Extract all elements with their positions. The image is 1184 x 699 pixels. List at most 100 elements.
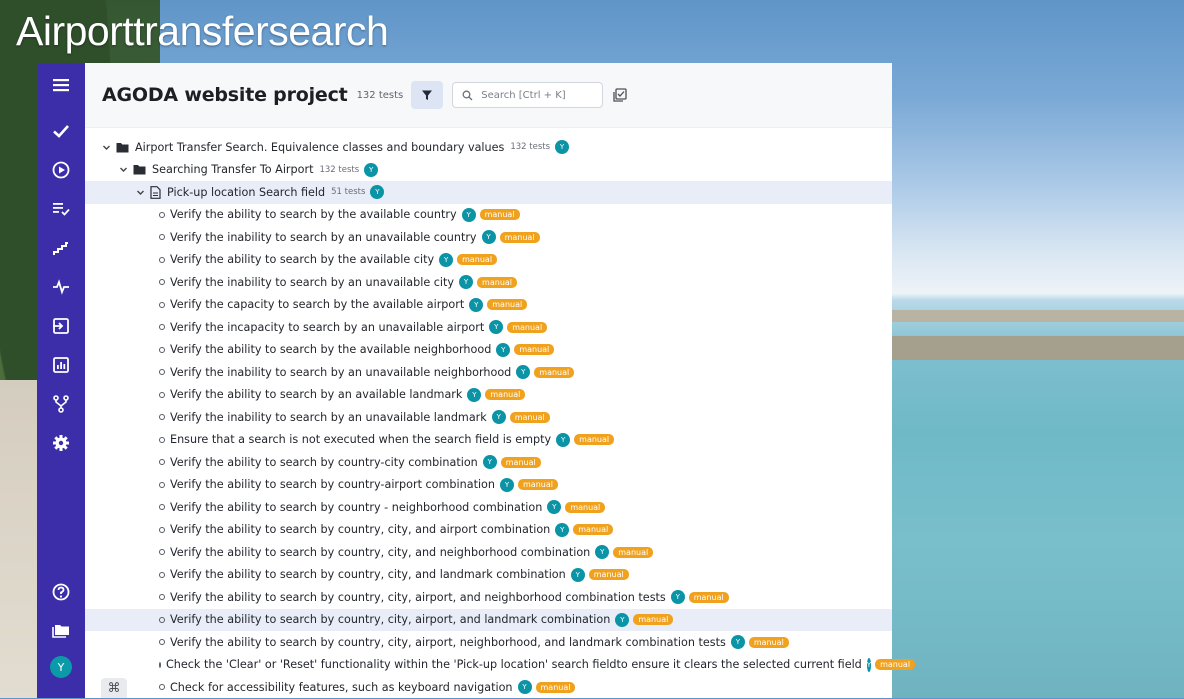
test-case-row[interactable]: Verify the ability to search by country-… bbox=[85, 451, 892, 474]
filter-icon bbox=[422, 90, 433, 100]
menu-icon[interactable] bbox=[41, 68, 81, 102]
chevron-down-icon[interactable] bbox=[118, 165, 128, 175]
document-icon bbox=[150, 185, 161, 199]
manual-tag: manual bbox=[509, 411, 550, 423]
test-case-row[interactable]: Verify the ability to search by the avai… bbox=[85, 204, 892, 227]
help-icon[interactable] bbox=[41, 575, 81, 609]
command-key-button[interactable]: ⌘ bbox=[101, 678, 127, 698]
manual-tag: manual bbox=[518, 479, 558, 491]
owner-badge: Y bbox=[730, 635, 745, 650]
owner-badge: Y bbox=[370, 185, 385, 200]
manual-tag: manual bbox=[688, 591, 729, 603]
test-case-row[interactable]: Check the 'Clear' or 'Reset' functionali… bbox=[85, 654, 916, 677]
search-input[interactable] bbox=[479, 88, 594, 102]
project-test-count: 132 tests bbox=[356, 89, 404, 101]
owner-badge: Y bbox=[500, 477, 514, 492]
test-case-row[interactable]: Verify the incapacity to search by an un… bbox=[85, 316, 892, 339]
checklist-icon[interactable] bbox=[41, 192, 81, 226]
suite-label: Pick-up location Search field bbox=[167, 185, 326, 199]
test-case-row[interactable]: Verify the ability to search by an avail… bbox=[85, 384, 892, 407]
owner-badge: Y bbox=[516, 365, 531, 380]
manual-tag: manual bbox=[479, 209, 520, 221]
owner-badge: Y bbox=[439, 252, 454, 267]
background-jetty bbox=[892, 300, 1184, 370]
user-avatar[interactable]: Y bbox=[50, 656, 72, 678]
test-case-row[interactable]: Verify the ability to search by country,… bbox=[85, 608, 892, 631]
test-case-label: Verify the capacity to search by the ava… bbox=[170, 298, 465, 312]
manual-tag: manual bbox=[633, 614, 674, 626]
manual-tag: manual bbox=[875, 659, 916, 671]
main-panel: AGODA website project 132 tests Airport … bbox=[85, 63, 916, 699]
gear-icon[interactable] bbox=[41, 426, 81, 460]
manual-tag: manual bbox=[535, 681, 576, 693]
project-title: AGODA website project bbox=[102, 84, 348, 106]
test-status-circle-icon bbox=[159, 594, 165, 601]
test-case-label: Verify the ability to search by country-… bbox=[170, 455, 478, 469]
test-case-label: Verify the ability to search by country,… bbox=[170, 545, 591, 559]
test-case-row[interactable]: Verify the ability to search by the avai… bbox=[85, 249, 892, 272]
tree-group-suite[interactable]: Searching Transfer To Airport 132 tests … bbox=[85, 159, 892, 182]
test-case-label: Verify the ability to search by the avai… bbox=[170, 208, 457, 222]
test-case-row[interactable]: Verify the ability to search by country,… bbox=[85, 564, 892, 587]
manual-tag: manual bbox=[588, 569, 629, 581]
manual-tag: manual bbox=[487, 299, 528, 311]
test-case-label: Verify the incapacity to search by an un… bbox=[170, 320, 485, 334]
branch-icon[interactable] bbox=[41, 387, 81, 421]
test-case-row[interactable]: Verify the ability to search by the avai… bbox=[85, 339, 892, 362]
bulk-select-button[interactable] bbox=[612, 87, 628, 103]
search-field[interactable] bbox=[452, 82, 604, 108]
owner-badge: Y bbox=[496, 342, 511, 357]
folders-icon[interactable] bbox=[41, 614, 81, 648]
test-case-row[interactable]: Verify the ability to search by country-… bbox=[85, 474, 892, 497]
owner-badge: Y bbox=[459, 275, 474, 290]
test-status-circle-icon bbox=[159, 684, 165, 691]
test-case-row[interactable]: Check for accessibility features, such a… bbox=[85, 676, 892, 699]
folder-icon bbox=[133, 164, 146, 175]
manual-tag: manual bbox=[485, 389, 526, 401]
test-case-row[interactable]: Verify the ability to search by country,… bbox=[85, 541, 892, 564]
test-status-circle-icon bbox=[159, 459, 165, 466]
test-case-row[interactable]: Verify the inability to search by an una… bbox=[85, 406, 892, 429]
chevron-down-icon[interactable] bbox=[101, 142, 111, 152]
test-case-row[interactable]: Verify the ability to search by country,… bbox=[85, 631, 892, 654]
owner-badge: Y bbox=[555, 522, 570, 537]
test-case-label: Ensure that a search is not executed whe… bbox=[170, 433, 552, 447]
test-status-circle-icon bbox=[159, 549, 165, 556]
manual-tag: manual bbox=[573, 524, 614, 536]
owner-badge: Y bbox=[461, 207, 476, 222]
test-case-label: Verify the inability to search by an una… bbox=[170, 275, 455, 289]
search-icon bbox=[462, 90, 473, 100]
test-case-row[interactable]: Verify the inability to search by an una… bbox=[85, 271, 892, 294]
owner-badge: Y bbox=[481, 230, 496, 245]
chevron-down-icon[interactable] bbox=[135, 187, 145, 197]
manual-tag: manual bbox=[748, 636, 789, 648]
play-icon[interactable] bbox=[41, 153, 81, 187]
suite-count: 132 tests bbox=[510, 142, 551, 153]
pulse-icon[interactable] bbox=[41, 270, 81, 304]
test-case-row[interactable]: Verify the ability to search by country,… bbox=[85, 586, 892, 609]
chart-icon[interactable] bbox=[41, 348, 81, 382]
test-case-row[interactable]: Ensure that a search is not executed whe… bbox=[85, 429, 892, 452]
owner-badge: Y bbox=[615, 612, 630, 627]
manual-tag: manual bbox=[477, 276, 518, 288]
tree-root-suite[interactable]: Airport Transfer Search. Equivalence cla… bbox=[85, 136, 892, 159]
test-case-row[interactable]: Verify the capacity to search by the ava… bbox=[85, 294, 892, 317]
test-case-row[interactable]: Verify the inability to search by an una… bbox=[85, 361, 892, 384]
test-case-row[interactable]: Verify the ability to search by country … bbox=[85, 496, 892, 519]
import-icon[interactable] bbox=[41, 309, 81, 343]
test-case-label: Verify the ability to search by the avai… bbox=[170, 253, 435, 267]
manual-tag: manual bbox=[457, 254, 498, 266]
test-status-circle-icon bbox=[159, 571, 165, 578]
check-icon[interactable] bbox=[41, 114, 81, 148]
test-case-row[interactable]: Verify the inability to search by an una… bbox=[85, 226, 892, 249]
steps-icon[interactable] bbox=[41, 231, 81, 265]
tree-selected-suite[interactable]: Pick-up location Search field 51 tests Y bbox=[85, 181, 892, 204]
owner-badge: Y bbox=[517, 680, 532, 695]
filter-button[interactable] bbox=[411, 81, 444, 109]
manual-tag: manual bbox=[613, 546, 654, 558]
test-case-label: Check the 'Clear' or 'Reset' functionali… bbox=[166, 658, 862, 672]
test-status-circle-icon bbox=[159, 324, 165, 331]
test-status-circle-icon bbox=[159, 256, 165, 263]
test-status-circle-icon bbox=[159, 639, 165, 646]
test-case-row[interactable]: Verify the ability to search by country,… bbox=[85, 519, 892, 542]
